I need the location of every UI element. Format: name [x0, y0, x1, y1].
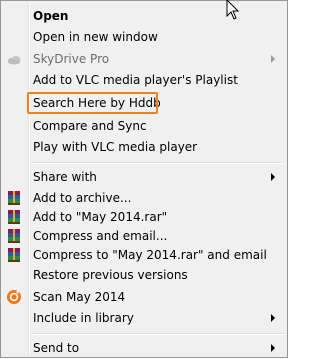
menu-item-send-to[interactable]: Send to [3, 337, 285, 359]
menu-item-label: Compress and email... [33, 229, 168, 243]
menu-item-label: Add to VLC media player's Playlist [33, 73, 238, 87]
menu-item-restore-previous-versions[interactable]: Restore previous versions [3, 264, 285, 286]
context-menu: Open Open in new window SkyDrive Pro Add… [0, 0, 288, 358]
avast-icon [6, 289, 22, 305]
menu-item-label: Search Here by Hddb [33, 96, 161, 110]
winrar-icon [6, 190, 22, 206]
menu-item-label: Send to [33, 341, 80, 355]
menu-item-share-with[interactable]: Share with [3, 166, 285, 188]
menu-item-scan[interactable]: Scan May 2014 [3, 286, 285, 308]
menu-item-include-in-library[interactable]: Include in library [3, 307, 285, 329]
skydrive-icon [6, 51, 22, 67]
submenu-arrow-icon [271, 55, 275, 63]
submenu-arrow-icon [271, 173, 275, 181]
menu-item-compress-to-rar-and-email[interactable]: Compress to "May 2014.rar" and email [3, 244, 285, 266]
menu-item-label: Share with [33, 170, 97, 184]
menu-item-label: Restore previous versions [33, 268, 188, 282]
menu-item-label: Compare and Sync [33, 119, 147, 133]
menu-item-label: Open [33, 9, 69, 23]
menu-item-add-to-vlc-playlist[interactable]: Add to VLC media player's Playlist [3, 69, 285, 91]
menu-item-open[interactable]: Open [3, 5, 285, 27]
menu-item-label: SkyDrive Pro [33, 52, 110, 66]
menu-separator [31, 162, 284, 164]
menu-item-compare-and-sync[interactable]: Compare and Sync [3, 115, 285, 137]
winrar-icon [6, 228, 22, 244]
menu-item-label: Compress to "May 2014.rar" and email [33, 248, 267, 262]
submenu-arrow-icon [271, 344, 275, 352]
menu-item-open-in-new-window[interactable]: Open in new window [3, 26, 285, 48]
winrar-icon [6, 247, 22, 263]
menu-item-label: Add to archive... [33, 191, 132, 205]
menu-item-search-here-by-hddb[interactable]: Search Here by Hddb [3, 92, 285, 114]
menu-item-label: Include in library [33, 311, 134, 325]
menu-item-label: Open in new window [33, 30, 158, 44]
menu-separator [31, 333, 284, 335]
submenu-arrow-icon [271, 314, 275, 322]
menu-item-label: Scan May 2014 [33, 290, 126, 304]
winrar-icon [6, 209, 22, 225]
menu-item-label: Play with VLC media player [33, 140, 198, 154]
mouse-pointer-icon [226, 0, 242, 22]
menu-item-label: Add to "May 2014.rar" [33, 210, 168, 224]
menu-item-play-with-vlc[interactable]: Play with VLC media player [3, 136, 285, 158]
menu-item-skydrive-pro[interactable]: SkyDrive Pro [3, 48, 285, 70]
